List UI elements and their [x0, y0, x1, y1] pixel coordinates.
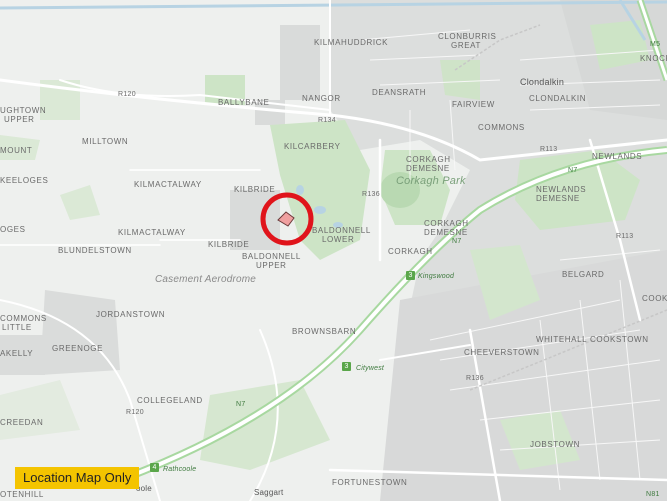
- road-label-r113-b: R113: [616, 233, 634, 240]
- road-label-r136: R136: [362, 191, 380, 198]
- place-label-cook: COOK: [642, 294, 667, 303]
- place-label-corkagh-park: Corkagh Park: [396, 175, 466, 187]
- place-label-blundelstown: BLUNDELSTOWN: [58, 246, 132, 255]
- place-label-deansrath: DEANSRATH: [372, 88, 427, 97]
- place-label-kingswood: Kingswood: [418, 273, 455, 280]
- place-label-newlands: NEWLANDS: [592, 152, 643, 161]
- place-label-creedan: CREEDAN: [0, 418, 44, 427]
- place-label-belgard: BELGARD: [562, 270, 605, 279]
- place-label-kilcarbery: KILCARBERY: [284, 142, 341, 151]
- place-label-collegeland: COLLEGELAND: [137, 396, 203, 405]
- place-label-fairview: FAIRVIEW: [452, 100, 495, 109]
- road-label-n81: N81: [646, 491, 660, 498]
- location-map[interactable]: KILMAHUDDRICK CLONBURRIS GREAT M5 KNOCK …: [0, 0, 667, 501]
- place-label-baldonnell-lower-2: LOWER: [322, 235, 355, 244]
- site-boundary: [277, 211, 295, 227]
- place-label-corkagh-demesne-2: DEMESNE: [406, 164, 450, 173]
- place-label-nangor: NANGOR: [302, 94, 341, 103]
- place-label-knock: KNOCK: [640, 54, 667, 63]
- location-map-only-badge: Location Map Only: [15, 467, 140, 489]
- place-label-fortunestown: FORTUNESTOWN: [332, 478, 408, 487]
- place-label-rathcoole: Rathcoole: [163, 466, 197, 473]
- place-label-corkagh-demesne-1: CORKAGH: [406, 155, 451, 164]
- place-label-kilmahuddrick: KILMAHUDDRICK: [314, 38, 389, 47]
- place-label-milltown: MILLTOWN: [82, 137, 129, 146]
- site-marker[interactable]: [258, 190, 316, 248]
- place-label-commons: COMMONS: [478, 123, 525, 132]
- place-label-baldonnell-upper-2: UPPER: [256, 261, 287, 270]
- junction-shield-kingswood: 3: [406, 271, 415, 280]
- road-label-r134: R134: [318, 117, 336, 124]
- place-label-citywest: Citywest: [356, 365, 385, 372]
- place-label-akelly: AKELLY: [0, 349, 34, 358]
- place-label-newlands-demesne-2: DEMESNE: [536, 194, 580, 203]
- road-label-r136-b: R136: [466, 375, 484, 382]
- place-label-corkagh: CORKAGH: [388, 247, 433, 256]
- place-label-newlands-demesne-1: NEWLANDS: [536, 185, 587, 194]
- place-label-baldonnell-lower-1: BALDONNELL: [312, 226, 371, 235]
- road-label-n7-c: N7: [236, 401, 246, 408]
- place-label-corkagh-demesne2-2: DEMESNE: [424, 228, 468, 237]
- place-label-oughtown-upper-1: UGHTOWN: [0, 106, 47, 115]
- place-label-oughtown-upper-2: UPPER: [4, 115, 35, 124]
- road-label-r113-a: R113: [540, 146, 558, 153]
- place-label-whitehall: WHITEHALL: [536, 335, 588, 344]
- place-label-clondalkin: CLONDALKIN: [529, 94, 587, 103]
- place-label-otenhill: OTENHILL: [0, 490, 44, 499]
- place-label-ballybane: BALLYBANE: [218, 98, 270, 107]
- place-label-brownsbarn: BROWNSBARN: [292, 327, 357, 336]
- road-label-m5: M5: [650, 41, 661, 48]
- place-label-greenoge: GREENOGE: [52, 344, 104, 353]
- road-label-n7-a: N7: [568, 167, 578, 174]
- road-label-r120-b: R120: [126, 409, 144, 416]
- place-label-kilbride-1: KILBRIDE: [234, 185, 276, 194]
- place-label-keeloges: KEELOGES: [0, 176, 49, 185]
- place-label-kilmactalway-2: KILMACTALWAY: [118, 228, 186, 237]
- place-label-clonburris-great-2: GREAT: [451, 41, 481, 50]
- place-label-commons-little-2: LITTLE: [2, 323, 32, 332]
- place-label-jobstown: JOBSTOWN: [530, 440, 580, 449]
- place-label-cookstown: COOKSTOWN: [590, 335, 649, 344]
- place-label-oges: OGES: [0, 225, 26, 234]
- road-label-n7-b: N7: [452, 238, 462, 245]
- place-label-clonburris-great-1: CLONBURRIS: [438, 32, 497, 41]
- place-label-kilbride-2: KILBRIDE: [208, 240, 250, 249]
- place-label-kilmactalway-1: KILMACTALWAY: [134, 180, 202, 189]
- place-label-clondalkin-town: Clondalkin: [520, 77, 565, 87]
- place-label-mount: MOUNT: [0, 146, 33, 155]
- place-label-cheeverstown: CHEEVERSTOWN: [464, 348, 540, 357]
- place-label-commons-little-1: COMMONS: [0, 314, 47, 323]
- road-label-r120-a: R120: [118, 91, 136, 98]
- junction-shield-citywest: 3: [342, 362, 351, 371]
- place-label-jordanstown: JORDANSTOWN: [96, 310, 166, 319]
- place-label-saggart: Saggart: [254, 488, 284, 497]
- place-label-baldonnell-upper-1: BALDONNELL: [242, 252, 301, 261]
- junction-shield-rathcoole: 4: [150, 463, 159, 472]
- place-label-casement-aerodrome: Casement Aerodrome: [155, 274, 257, 285]
- place-label-corkagh-demesne2-1: CORKAGH: [424, 219, 469, 228]
